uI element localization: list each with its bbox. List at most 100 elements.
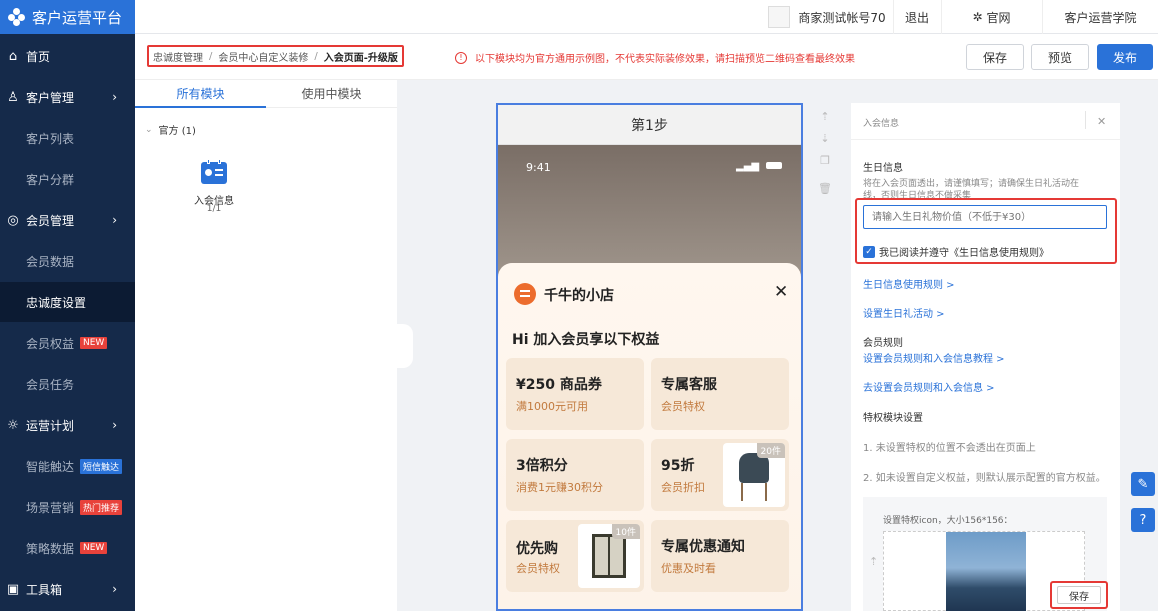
- logout-link[interactable]: 退出: [893, 0, 940, 34]
- preview-button[interactable]: 预览: [1031, 44, 1089, 70]
- checkbox-checked-icon[interactable]: ✓: [863, 245, 875, 258]
- bulb-icon: ☼: [7, 417, 19, 433]
- benefit-card[interactable]: 优先购 会员特权 10件: [506, 520, 644, 592]
- toolbar: 忠诚度管理 / 会员中心自定义装修 / 入会页面-升级版 ! 以下模块均为官方通…: [135, 34, 1158, 80]
- agree-checkbox-row[interactable]: ✓ 我已阅读并遵守《生日信息使用规则》: [863, 244, 1049, 259]
- icon-hint: 设置特权icon，大小156*156：: [883, 516, 1013, 526]
- cabinet-image: 10件: [578, 524, 640, 588]
- sidebar-item-label: 首页: [26, 49, 51, 64]
- delete-icon[interactable]: 🗑: [812, 178, 838, 198]
- status-icons: ▂▄▆: [736, 161, 783, 172]
- benefit-title: 优先购: [516, 541, 558, 557]
- sidebar-item-members[interactable]: ◎ 会员管理 ›: [0, 200, 135, 240]
- new-badge: NEW: [80, 542, 108, 554]
- shop-name: 千牛的小店: [544, 288, 614, 304]
- birthday-gift-link[interactable]: 设置生日礼活动 >: [863, 305, 945, 320]
- privilege-note: 1. 未设置特权的位置不会透出在页面上: [863, 443, 1036, 454]
- gift-value-input[interactable]: [863, 205, 1107, 229]
- sidebar-item-label: 会员管理: [26, 213, 75, 228]
- birthday-title: 生日信息: [863, 163, 903, 174]
- benefit-sub: 会员特权: [516, 562, 560, 575]
- edit-icon[interactable]: ✎: [1131, 472, 1155, 496]
- privilege-note: 2. 如未设置自定义权益，则默认展示配置的官方权益。: [863, 473, 1106, 484]
- sidebar-item-label: 客户管理: [26, 90, 75, 105]
- module-item-join-info[interactable]: 入会信息 1/1: [189, 158, 239, 218]
- benefit-card[interactable]: 专属客服 会员特权: [651, 358, 789, 430]
- module-group-label: 官方 (1): [158, 126, 196, 137]
- member-card-icon: [201, 159, 227, 184]
- breadcrumb-loyalty[interactable]: 忠诚度管理: [153, 49, 203, 64]
- collapse-handle[interactable]: [397, 324, 413, 368]
- move-up-icon[interactable]: ⇡: [812, 106, 838, 126]
- agree-text: 我已阅读并遵守《生日信息使用规则》: [879, 248, 1049, 259]
- sidebar-item-member-benefits[interactable]: 会员权益 NEW: [0, 323, 135, 363]
- benefit-title: 3倍积分: [516, 458, 568, 474]
- chevron-down-icon: ⌄: [145, 124, 153, 135]
- copy-icon[interactable]: ❐: [812, 150, 838, 170]
- publish-button[interactable]: 发布: [1097, 44, 1153, 70]
- battery-icon: [766, 162, 783, 169]
- benefit-card[interactable]: 3倍积分 消费1元赚30积分: [506, 439, 644, 511]
- join-sheet: 千牛的小店 ✕ Hi 加入会员享以下权益 ¥250 商品券 满1000元可用 专…: [498, 263, 801, 609]
- help-icon[interactable]: ?: [1131, 508, 1155, 532]
- move-down-icon[interactable]: ⇣: [812, 128, 838, 148]
- birthday-rules-link[interactable]: 生日信息使用规则 >: [863, 276, 955, 291]
- sidebar-item-customers[interactable]: ♙ 客户管理 ›: [0, 77, 135, 117]
- tutorial-link[interactable]: 设置会员规则和入会信息教程 >: [863, 350, 1005, 365]
- benefit-sub: 会员折扣: [661, 481, 705, 494]
- signal-icon: ▂▄▆: [736, 161, 760, 172]
- privilege-title: 特权模块设置: [863, 413, 923, 424]
- account-name[interactable]: 商家测试帐号70: [794, 0, 890, 34]
- sidebar-item-loyalty[interactable]: 忠诚度设置: [0, 282, 135, 322]
- stock-tag: 10件: [611, 524, 640, 539]
- sidebar-item-smart-reach[interactable]: 智能触达 短信触达: [0, 446, 135, 486]
- benefit-card[interactable]: ¥250 商品券 满1000元可用: [506, 358, 644, 430]
- warning-icon: !: [455, 51, 467, 64]
- home-icon: ⌂: [8, 48, 18, 64]
- sidebar-item-member-data[interactable]: 会员数据: [0, 241, 135, 281]
- sidebar-item-customer-list[interactable]: 客户列表: [0, 118, 135, 158]
- sidebar-item-home[interactable]: ⌂ 首页: [0, 36, 135, 76]
- breadcrumb-current: 入会页面-升级版: [323, 52, 398, 64]
- sidebar-item-customer-groups[interactable]: 客户分群: [0, 159, 135, 199]
- sidebar-item-scene-marketing[interactable]: 场景营销 热门推荐: [0, 487, 135, 527]
- sparkle-icon: ✲: [972, 10, 983, 24]
- benefit-title: 专属优惠通知: [661, 539, 745, 555]
- benefit-card[interactable]: 95折 会员折扣 20件: [651, 439, 789, 511]
- benefit-title: ¥250 商品券: [516, 377, 602, 393]
- customers-icon: ♙: [7, 89, 19, 105]
- module-group[interactable]: ⌄ 官方 (1): [145, 122, 196, 138]
- official-site-label: 官网: [986, 10, 1011, 25]
- tab-all-modules[interactable]: 所有模块: [135, 80, 266, 108]
- panel-save-button[interactable]: 保存: [1057, 586, 1101, 604]
- goto-rules-link[interactable]: 去设置会员规则和入会信息 >: [863, 379, 995, 394]
- benefit-sub: 满1000元可用: [516, 400, 588, 413]
- save-button[interactable]: 保存: [966, 44, 1024, 70]
- chevron-right-icon: ›: [112, 418, 117, 432]
- module-item-count: 1/1: [206, 204, 222, 214]
- benefit-card[interactable]: 专属优惠通知 优惠及时看: [651, 520, 789, 592]
- app-title: 客户运营平台: [32, 8, 123, 27]
- sidebar-item-label: 智能触达: [26, 459, 75, 474]
- academy-link[interactable]: 客户运营学院: [1042, 0, 1158, 34]
- close-icon[interactable]: ✕: [1097, 115, 1106, 128]
- sidebar-item-operation-plan[interactable]: ☼ 运营计划 ›: [0, 405, 135, 445]
- member-rules-title: 会员规则: [863, 338, 903, 349]
- shop-logo-icon: [514, 283, 536, 305]
- sidebar-item-label: 会员权益: [26, 336, 75, 351]
- sidebar: ⌂ 首页 ♙ 客户管理 › 客户列表 客户分群 ◎ 会员管理 › 会员数据 忠诚…: [0, 34, 135, 611]
- official-site-link[interactable]: ✲ 官网: [941, 0, 1041, 34]
- sidebar-item-member-tasks[interactable]: 会员任务: [0, 364, 135, 404]
- brand[interactable]: 客户运营平台: [0, 0, 135, 34]
- sidebar-item-label: 工具箱: [26, 582, 63, 597]
- avatar[interactable]: [768, 6, 790, 28]
- close-icon[interactable]: ✕: [774, 282, 788, 302]
- breadcrumb-custom-decor[interactable]: 会员中心自定义装修: [218, 49, 308, 64]
- sidebar-item-toolbox[interactable]: ▣ 工具箱 ›: [0, 569, 135, 609]
- toolbox-icon: ▣: [6, 581, 20, 597]
- tab-used-modules[interactable]: 使用中模块: [266, 80, 397, 108]
- sidebar-item-label: 策略数据: [26, 541, 75, 556]
- move-up-icon[interactable]: ⇡: [869, 555, 878, 568]
- sidebar-item-strategy-data[interactable]: 策略数据 NEW: [0, 528, 135, 568]
- chevron-right-icon: ›: [112, 582, 117, 596]
